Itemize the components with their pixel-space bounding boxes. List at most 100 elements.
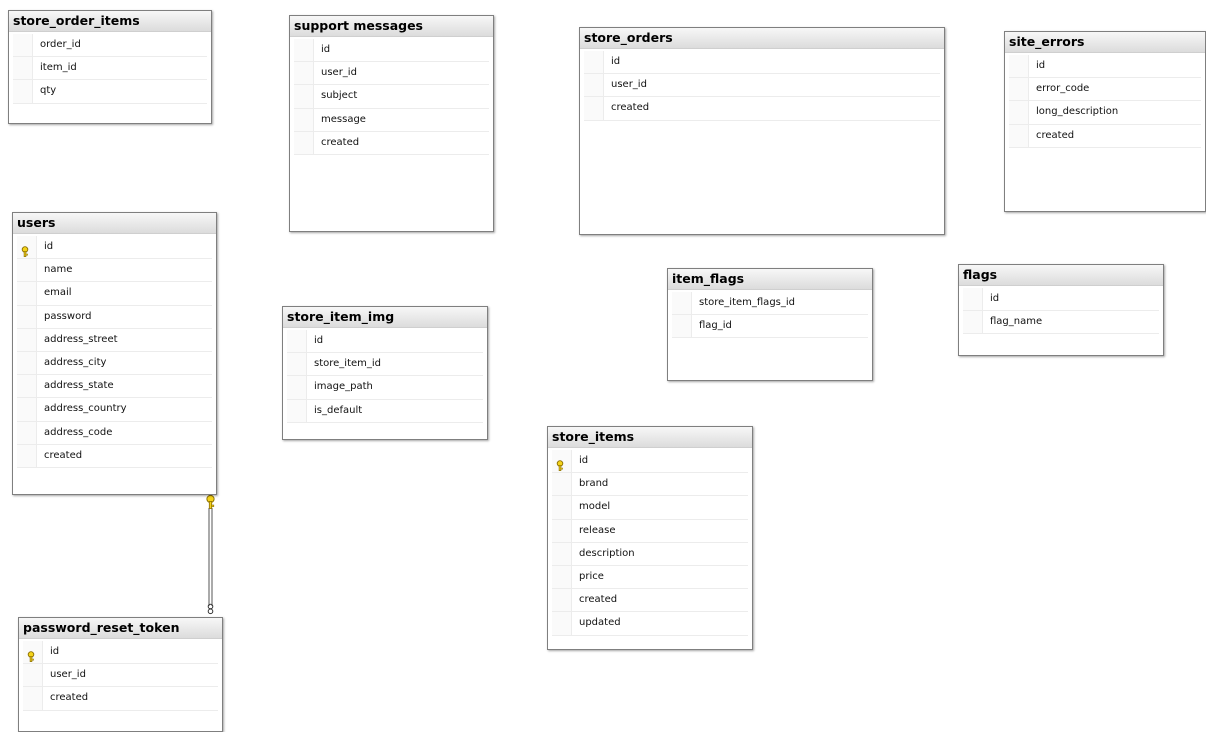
row-selector[interactable] bbox=[287, 376, 307, 399]
column-row[interactable]: created bbox=[23, 687, 218, 711]
column-row[interactable]: description bbox=[552, 542, 748, 566]
column-row[interactable]: model bbox=[552, 496, 748, 520]
column-row[interactable]: is_default bbox=[287, 399, 483, 423]
table-title[interactable]: store_orders bbox=[580, 28, 944, 49]
row-selector[interactable] bbox=[1009, 78, 1029, 101]
row-selector[interactable] bbox=[672, 292, 692, 315]
row-selector[interactable] bbox=[294, 108, 314, 131]
table-store-orders[interactable]: store_orders id user_id created bbox=[579, 27, 945, 235]
row-selector[interactable] bbox=[17, 351, 37, 375]
row-selector[interactable] bbox=[1009, 101, 1029, 124]
row-selector[interactable] bbox=[963, 288, 983, 311]
column-row[interactable]: id bbox=[23, 641, 218, 665]
relationship-users-password-reset-token[interactable] bbox=[200, 494, 222, 624]
row-selector[interactable] bbox=[552, 496, 572, 519]
column-row[interactable]: brand bbox=[552, 473, 748, 497]
table-title[interactable]: flags bbox=[959, 265, 1163, 286]
table-flags[interactable]: flags id flag_name bbox=[958, 264, 1164, 356]
column-row[interactable]: user_id bbox=[584, 74, 940, 98]
column-row[interactable]: user_id bbox=[294, 62, 489, 86]
column-row[interactable]: id bbox=[17, 236, 212, 260]
row-selector[interactable] bbox=[294, 62, 314, 85]
table-title[interactable]: store_items bbox=[548, 427, 752, 448]
column-row[interactable]: subject bbox=[294, 85, 489, 109]
row-selector[interactable] bbox=[23, 687, 43, 710]
column-row[interactable]: name bbox=[17, 259, 212, 283]
table-title[interactable]: store_item_img bbox=[283, 307, 487, 328]
table-title[interactable]: item_flags bbox=[668, 269, 872, 290]
row-selector[interactable] bbox=[584, 74, 604, 97]
column-row[interactable]: updated bbox=[552, 612, 748, 636]
row-selector[interactable] bbox=[552, 612, 572, 635]
table-title[interactable]: store_order_items bbox=[9, 11, 211, 32]
column-row[interactable]: created bbox=[584, 97, 940, 121]
column-row[interactable]: user_id bbox=[23, 664, 218, 688]
row-selector[interactable] bbox=[552, 589, 572, 612]
column-row[interactable]: id bbox=[963, 288, 1159, 312]
column-row[interactable]: created bbox=[1009, 124, 1201, 148]
row-selector[interactable] bbox=[13, 57, 33, 80]
table-site-errors[interactable]: site_errors id error_code long_description c… bbox=[1004, 31, 1206, 212]
row-selector[interactable] bbox=[552, 519, 572, 542]
column-row[interactable]: store_item_flags_id bbox=[672, 292, 868, 316]
column-row[interactable]: message bbox=[294, 108, 489, 132]
column-row[interactable]: id bbox=[1009, 55, 1201, 79]
row-selector[interactable] bbox=[17, 444, 37, 467]
column-row[interactable]: id bbox=[287, 330, 483, 354]
row-selector[interactable] bbox=[17, 282, 37, 305]
row-selector[interactable] bbox=[17, 398, 37, 421]
column-row[interactable]: id bbox=[584, 51, 940, 75]
row-selector[interactable] bbox=[287, 353, 307, 376]
table-password-reset-token[interactable]: password_reset_token id user_id created bbox=[18, 617, 223, 732]
table-title[interactable]: site_errors bbox=[1005, 32, 1205, 53]
table-store-items[interactable]: store_items id brand model release descriptio… bbox=[547, 426, 753, 650]
column-row[interactable]: address_street bbox=[17, 328, 212, 352]
row-selector[interactable] bbox=[294, 131, 314, 154]
row-selector[interactable] bbox=[13, 34, 33, 57]
row-selector[interactable] bbox=[963, 311, 983, 334]
row-selector[interactable] bbox=[17, 305, 37, 328]
row-selector[interactable] bbox=[294, 85, 314, 108]
column-row[interactable]: flag_name bbox=[963, 311, 1159, 335]
row-selector[interactable] bbox=[584, 51, 604, 74]
row-selector[interactable] bbox=[23, 664, 43, 687]
table-title[interactable]: password_reset_token bbox=[19, 618, 222, 639]
table-store-order-items[interactable]: store_order_items order_id item_id qty bbox=[8, 10, 212, 124]
row-selector[interactable] bbox=[23, 641, 43, 664]
column-row[interactable]: store_item_id bbox=[287, 353, 483, 377]
row-selector[interactable] bbox=[552, 542, 572, 565]
row-selector[interactable] bbox=[287, 399, 307, 422]
column-row[interactable]: address_city bbox=[17, 351, 212, 376]
table-item-flags[interactable]: item_flags store_item_flags_id flag_id bbox=[667, 268, 873, 381]
column-row[interactable]: qty bbox=[13, 80, 207, 104]
column-row[interactable]: address_code bbox=[17, 421, 212, 445]
table-store-item-img[interactable]: store_item_img id store_item_id image_path i… bbox=[282, 306, 488, 440]
column-row[interactable]: address_state bbox=[17, 375, 212, 399]
column-row[interactable]: flag_id bbox=[672, 315, 868, 339]
column-row[interactable]: id bbox=[294, 39, 489, 63]
row-selector[interactable] bbox=[1009, 124, 1029, 147]
row-selector[interactable] bbox=[17, 375, 37, 398]
row-selector[interactable] bbox=[287, 330, 307, 353]
row-selector[interactable] bbox=[672, 315, 692, 338]
column-row[interactable]: created bbox=[552, 589, 748, 613]
column-row[interactable]: image_path bbox=[287, 376, 483, 400]
row-selector[interactable] bbox=[17, 259, 37, 282]
row-selector[interactable] bbox=[552, 565, 572, 589]
table-title[interactable]: users bbox=[13, 213, 216, 234]
column-row[interactable]: created bbox=[294, 131, 489, 155]
row-selector[interactable] bbox=[552, 473, 572, 496]
row-selector[interactable] bbox=[13, 80, 33, 103]
column-row[interactable]: order_id bbox=[13, 34, 207, 58]
column-row[interactable]: price bbox=[552, 565, 748, 590]
row-selector[interactable] bbox=[1009, 55, 1029, 78]
column-row[interactable]: release bbox=[552, 519, 748, 543]
row-selector[interactable] bbox=[17, 236, 37, 259]
column-row[interactable]: item_id bbox=[13, 57, 207, 81]
row-selector[interactable] bbox=[17, 421, 37, 444]
row-selector[interactable] bbox=[17, 328, 37, 351]
column-row[interactable]: created bbox=[17, 444, 212, 468]
table-title[interactable]: support messages bbox=[290, 16, 493, 37]
row-selector[interactable] bbox=[294, 39, 314, 62]
column-row[interactable]: id bbox=[552, 450, 748, 474]
